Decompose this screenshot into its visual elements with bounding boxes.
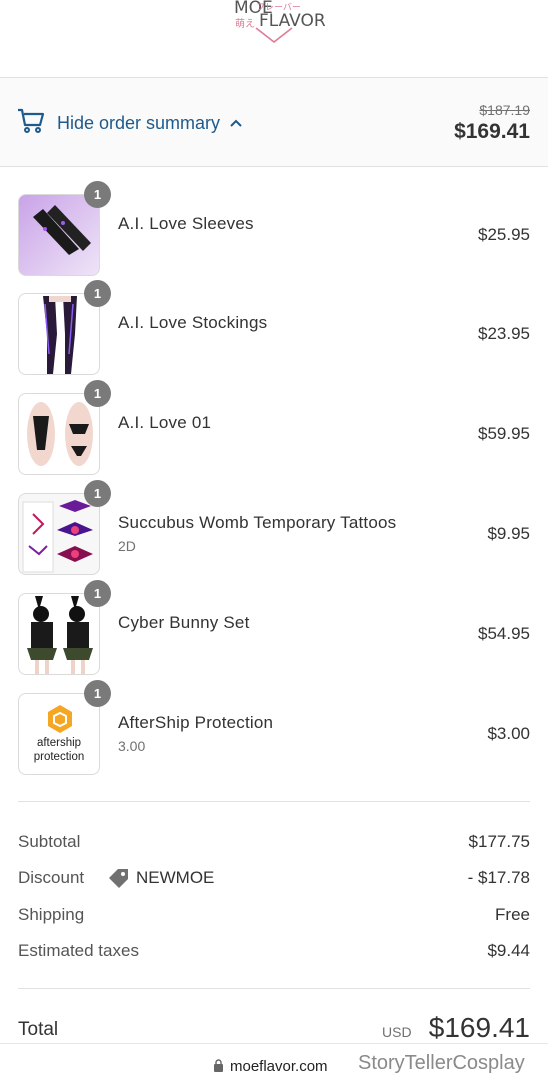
order-summary-toggle[interactable]: Hide order summary $187.19 $169.41 [0, 77, 548, 167]
item-price: $25.95 [478, 225, 530, 244]
subtotal-row: Subtotal $177.75 [18, 832, 530, 856]
item-price: $3.00 [487, 724, 530, 743]
shipping-value: Free [495, 905, 530, 924]
taxes-row: Estimated taxes $9.44 [18, 941, 530, 965]
divider [18, 988, 530, 989]
item-price: $9.95 [487, 524, 530, 543]
line-item: 1 Cyber Bunny Set $54.95 [0, 580, 548, 693]
browser-domain[interactable]: moeflavor.com [230, 1058, 328, 1075]
quantity-badge: 1 [84, 280, 111, 307]
item-variant: 2D [118, 538, 136, 554]
quantity-badge: 1 [84, 380, 111, 407]
item-name: Succubus Womb Temporary Tattoos [118, 513, 397, 532]
quantity-badge: 1 [84, 680, 111, 707]
aftership-logo-text: aftership protection [33, 737, 85, 763]
subtotal-label: Subtotal [18, 832, 81, 851]
divider [18, 801, 530, 802]
product-image-bunny-set [18, 593, 100, 675]
total-amount: $169.41 [428, 1012, 530, 1043]
chevron-up-icon [230, 119, 242, 127]
logo-kanji: 萌え [235, 19, 255, 30]
item-name: A.I. Love Sleeves [118, 214, 254, 233]
watermark-text: StoryTellerCosplay [358, 1052, 525, 1074]
quantity-badge: 1 [84, 480, 111, 507]
subtotal-value: $177.75 [468, 832, 530, 851]
taxes-label: Estimated taxes [18, 941, 139, 960]
shipping-label: Shipping [18, 905, 85, 924]
summary-total: $169.41 [454, 120, 530, 143]
line-item: 1 A.I. Love Stockings $23.95 [0, 280, 548, 393]
line-item: 1 A.I. Love Sleeves $25.95 [0, 181, 548, 294]
item-name: Cyber Bunny Set [118, 613, 250, 632]
original-total: $187.19 [479, 102, 530, 118]
store-logo[interactable]: MOE フレーバー 萌え FLAVOR [226, 0, 326, 48]
aftership-logo-icon [48, 705, 72, 733]
order-summary-toggle-label[interactable]: Hide order summary [57, 113, 220, 134]
taxes-value: $9.44 [487, 941, 530, 960]
total-label: Total [18, 1019, 59, 1040]
total-currency: USD [382, 1024, 412, 1040]
product-image-aftership: aftership protection [18, 693, 100, 775]
logo-heart-icon [255, 27, 293, 44]
lock-icon [214, 1059, 223, 1072]
product-image-sleeves [18, 194, 100, 276]
discount-value: - $17.78 [467, 868, 530, 887]
item-name: AfterShip Protection [118, 713, 274, 732]
discount-label: Discount [18, 868, 85, 887]
item-name: A.I. Love Stockings [118, 313, 268, 332]
discount-tag-icon [109, 869, 128, 888]
item-price: $59.95 [478, 424, 530, 443]
item-price: $54.95 [478, 624, 530, 643]
item-price: $23.95 [478, 324, 530, 343]
quantity-badge: 1 [84, 181, 111, 208]
discount-row: Discount NEWMOE - $17.78 [18, 868, 530, 892]
cart-icon [18, 108, 45, 133]
discount-code: NEWMOE [136, 868, 215, 887]
product-image-lingerie [18, 393, 100, 475]
store-header: MOE フレーバー 萌え FLAVOR [0, 0, 548, 77]
item-name: A.I. Love 01 [118, 413, 212, 432]
line-item: aftership protection 1 AfterShip Protect… [0, 680, 548, 793]
product-image-stockings [18, 293, 100, 375]
line-item: 1 Succubus Womb Temporary Tattoos 2D $9.… [0, 480, 548, 593]
item-variant: 3.00 [118, 738, 146, 754]
browser-address-bar[interactable]: moeflavor.com StoryTellerCosplay [0, 1043, 548, 1080]
quantity-badge: 1 [84, 580, 111, 607]
shipping-row: Shipping Free [18, 905, 530, 929]
product-image-tattoos [18, 493, 100, 575]
line-item: 1 A.I. Love 01 $59.95 [0, 380, 548, 493]
